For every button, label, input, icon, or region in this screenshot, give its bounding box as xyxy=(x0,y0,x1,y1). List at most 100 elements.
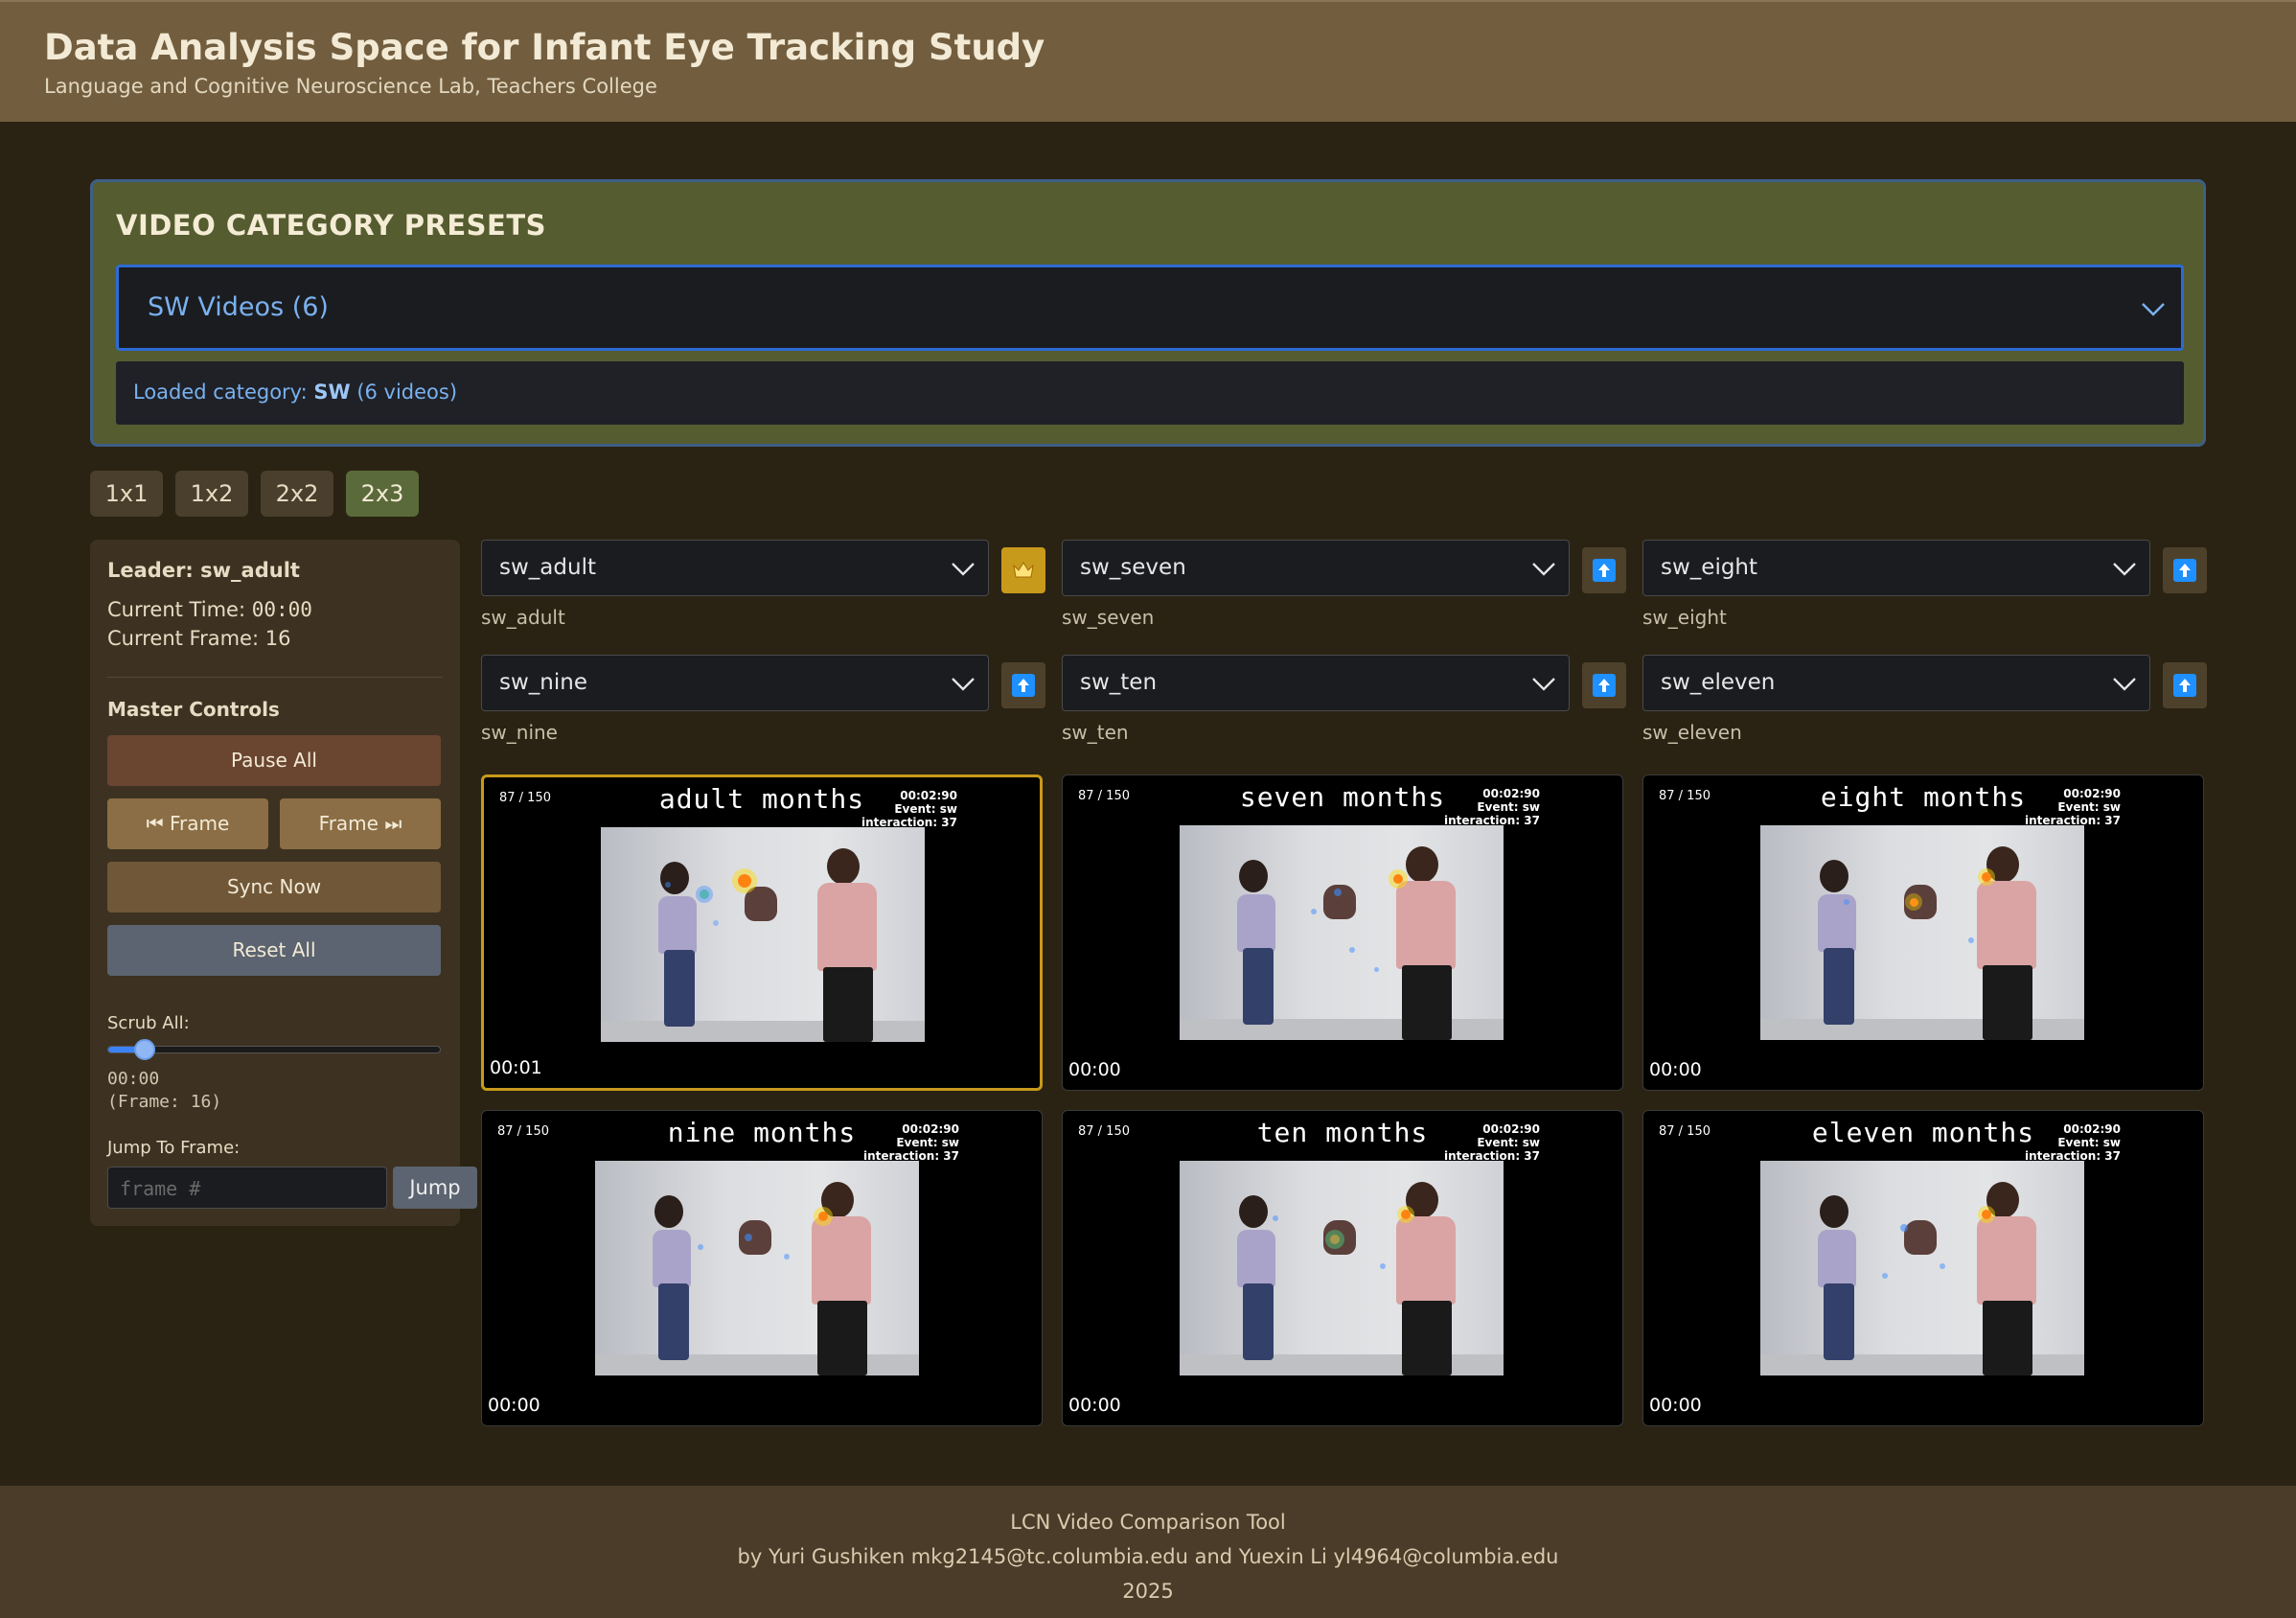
man-shirt xyxy=(817,883,877,971)
gaze-heatmap-point xyxy=(1900,1224,1908,1232)
reset-all-button[interactable]: Reset All xyxy=(107,925,441,976)
video-select-value: sw_adult xyxy=(499,555,596,580)
jump-to-frame-label: Jump To Frame: xyxy=(107,1138,241,1158)
woman-head xyxy=(654,1195,683,1228)
video-metadata: 00:02:90 Event: sw interaction: 37 xyxy=(2025,787,2121,827)
video-meta-event: Event: sw xyxy=(1477,1136,1540,1149)
man-shirt xyxy=(1977,881,2036,969)
master-control-panel: Leader: sw_adult Current Time: 00:00 Cur… xyxy=(90,540,477,1226)
leader-label: Leader: sw_adult xyxy=(107,559,300,582)
woman-top xyxy=(658,896,697,954)
gaze-heatmap-point xyxy=(1273,1215,1278,1221)
make-leader-button-5[interactable] xyxy=(1582,662,1626,708)
chevron-down-icon xyxy=(2113,678,2136,691)
woman-top xyxy=(1237,1230,1275,1287)
video-select-5[interactable]: sw_ten xyxy=(1062,655,1570,711)
video-meta-event: Event: sw xyxy=(2057,800,2121,814)
make-leader-button-6[interactable] xyxy=(2163,662,2207,708)
video-player-2[interactable]: 87 / 150 seven months 00:02:90 Event: sw… xyxy=(1062,774,1623,1091)
make-leader-icon xyxy=(1012,674,1035,697)
scrub-slider-thumb[interactable] xyxy=(134,1039,156,1060)
woman-top xyxy=(1818,894,1856,952)
scene-floor xyxy=(595,1354,919,1375)
woman-head xyxy=(1239,1195,1268,1228)
video-player-5[interactable]: 87 / 150 ten months 00:02:90 Event: sw i… xyxy=(1062,1110,1623,1426)
video-label-1: sw_adult xyxy=(481,606,565,629)
layout-button-1x1[interactable]: 1x1 xyxy=(90,471,163,517)
video-meta-time: 00:02:90 xyxy=(900,789,957,802)
layout-button-1x2[interactable]: 1x2 xyxy=(175,471,248,517)
gaze-heatmap-point xyxy=(698,1244,703,1250)
woman-top xyxy=(653,1230,691,1287)
video-meta-time: 00:02:90 xyxy=(1482,1122,1540,1136)
gaze-heatmap-point xyxy=(814,1207,833,1226)
current-time-value: 00:00 xyxy=(251,598,312,621)
video-meta-time: 00:02:90 xyxy=(2063,1122,2121,1136)
man-shirt xyxy=(1977,1216,2036,1305)
leader-crown-button-1[interactable] xyxy=(1001,547,1045,593)
woman-head xyxy=(1820,860,1848,892)
jump-frame-input[interactable]: frame # xyxy=(107,1167,387,1209)
video-select-6[interactable]: sw_eleven xyxy=(1642,655,2150,711)
video-timestamp: 00:01 xyxy=(490,1057,542,1078)
make-leader-icon xyxy=(2173,674,2196,697)
page-footer: LCN Video Comparison Tool by Yuri Gushik… xyxy=(0,1486,2296,1618)
woman-jeans xyxy=(1824,1283,1854,1360)
divider xyxy=(107,677,443,678)
loaded-category-name: SW xyxy=(313,381,351,404)
woman-jeans xyxy=(1824,948,1854,1025)
man-shirt xyxy=(812,1216,871,1305)
video-player-6[interactable]: 87 / 150 eleven months 00:02:90 Event: s… xyxy=(1642,1110,2204,1426)
gaze-heatmap-point xyxy=(1978,868,1995,886)
gaze-heatmap-point xyxy=(1905,893,1922,911)
video-metadata: 00:02:90 Event: sw interaction: 37 xyxy=(861,789,957,829)
video-frame-image xyxy=(1180,825,1504,1040)
woman-top xyxy=(1818,1230,1856,1287)
man-pants xyxy=(1983,1301,2032,1375)
video-meta-time: 00:02:90 xyxy=(1482,787,1540,800)
gaze-heatmap-point xyxy=(696,886,713,903)
previous-frame-button[interactable]: ⏮ Frame xyxy=(107,798,268,849)
jump-button[interactable]: Jump xyxy=(393,1167,477,1209)
gaze-heatmap-point xyxy=(1380,1263,1386,1269)
video-select-4[interactable]: sw_nine xyxy=(481,655,989,711)
current-time-label: Current Time: xyxy=(107,598,252,621)
make-leader-button-2[interactable] xyxy=(1582,547,1626,593)
gaze-heatmap-point xyxy=(1978,1206,1995,1223)
layout-button-2x3[interactable]: 2x3 xyxy=(346,471,419,517)
video-select-value: sw_eight xyxy=(1661,555,1758,580)
gaze-heatmap-point xyxy=(713,920,719,926)
video-metadata: 00:02:90 Event: sw interaction: 37 xyxy=(2025,1122,2121,1163)
video-timestamp: 00:00 xyxy=(1068,1059,1121,1080)
layout-button-2x2[interactable]: 2x2 xyxy=(261,471,333,517)
woman-jeans xyxy=(1243,1283,1274,1360)
footer-year: 2025 xyxy=(1122,1580,1174,1603)
make-leader-button-4[interactable] xyxy=(1001,662,1045,708)
video-player-3[interactable]: 87 / 150 eight months 00:02:90 Event: sw… xyxy=(1642,774,2204,1091)
video-player-1[interactable]: 87 / 150 adult months 00:02:90 Event: sw… xyxy=(481,774,1043,1091)
pause-all-button[interactable]: Pause All xyxy=(107,735,441,786)
chevron-down-icon xyxy=(2113,563,2136,576)
gaze-heatmap-point xyxy=(1968,937,1974,943)
video-select-1[interactable]: sw_adult xyxy=(481,540,989,596)
next-frame-button[interactable]: Frame ⏭ xyxy=(280,798,441,849)
sync-now-button[interactable]: Sync Now xyxy=(107,862,441,913)
make-leader-button-3[interactable] xyxy=(2163,547,2207,593)
man-pants xyxy=(1402,965,1452,1040)
gaze-heatmap-point xyxy=(1311,909,1317,914)
man-head xyxy=(1406,846,1438,883)
scrub-all-slider[interactable] xyxy=(107,1039,441,1060)
category-preset-select[interactable]: SW Videos (6) xyxy=(116,265,2184,351)
video-player-4[interactable]: 87 / 150 nine months 00:02:90 Event: sw … xyxy=(481,1110,1043,1426)
master-controls-heading: Master Controls xyxy=(107,698,280,721)
woman-jeans xyxy=(1243,948,1274,1025)
chevron-down-icon xyxy=(1532,678,1555,691)
video-select-3[interactable]: sw_eight xyxy=(1642,540,2150,596)
video-select-2[interactable]: sw_seven xyxy=(1062,540,1570,596)
scene-floor xyxy=(601,1021,925,1042)
gaze-heatmap-point xyxy=(1940,1263,1945,1269)
video-frame-image xyxy=(1760,1161,2084,1375)
chevron-down-icon xyxy=(1532,563,1555,576)
footer-tool-name: LCN Video Comparison Tool xyxy=(1010,1511,1286,1534)
page-subtitle: Language and Cognitive Neuroscience Lab,… xyxy=(44,75,657,98)
